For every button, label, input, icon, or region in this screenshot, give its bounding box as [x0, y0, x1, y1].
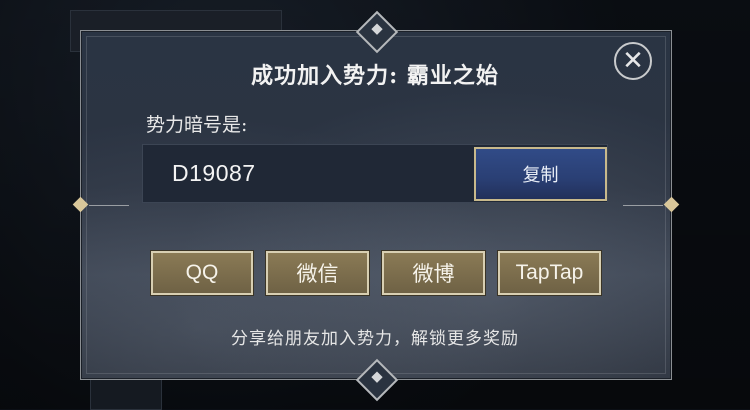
code-label: 势力暗号是:	[146, 114, 248, 136]
right-ornament-line	[623, 205, 663, 206]
share-weibo-button[interactable]: 微博	[381, 250, 486, 296]
share-taptap-button[interactable]: TapTap	[497, 250, 602, 296]
share-wechat-button[interactable]: 微信	[265, 250, 370, 296]
share-qq-button[interactable]: QQ	[150, 250, 254, 296]
dialog-title: 成功加入势力: 霸业之始	[251, 63, 499, 89]
left-ornament-line	[89, 205, 129, 206]
share-hint: 分享给朋友加入势力，解锁更多奖励	[231, 329, 519, 349]
copy-button[interactable]: 复制	[474, 147, 607, 201]
faction-code: D19087	[172, 160, 256, 186]
